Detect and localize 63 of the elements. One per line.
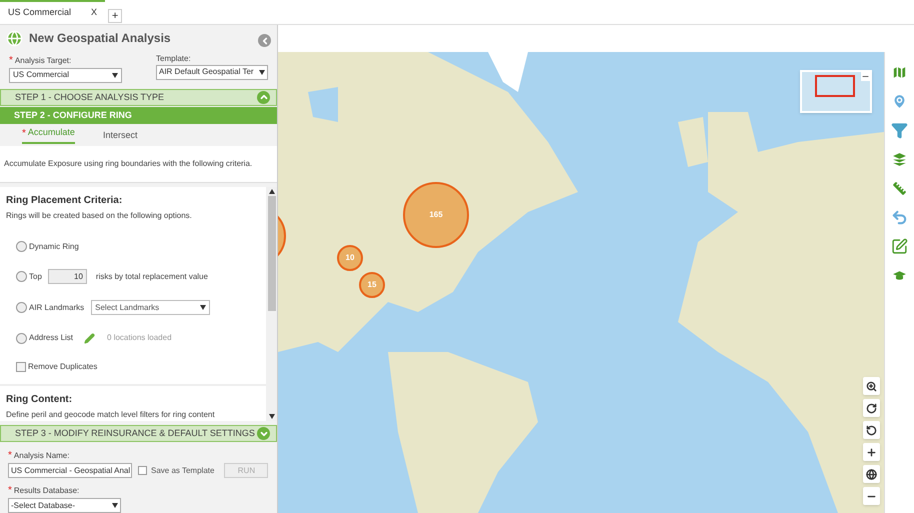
section-heading: Ring Placement Criteria: xyxy=(6,194,124,208)
chevron-down-icon[interactable] xyxy=(257,427,270,440)
minimize-icon[interactable] xyxy=(861,72,870,81)
analysis-name-field[interactable]: US Commercial - Geospatial Anal xyxy=(8,463,132,478)
redo-icon[interactable] xyxy=(863,399,880,417)
chevron-up-icon[interactable] xyxy=(257,90,270,104)
caret-down-icon[interactable] xyxy=(112,72,118,78)
option-label: Remove Duplicates xyxy=(28,360,98,372)
field-label: * Analysis Name: xyxy=(8,449,70,463)
radio-button[interactable] xyxy=(16,332,27,344)
radio-button[interactable] xyxy=(16,302,27,313)
step-header[interactable]: STEP 1 - CHOOSE ANALYSIS TYPE xyxy=(0,88,277,106)
pencil-icon[interactable] xyxy=(84,332,96,344)
required-mark: * xyxy=(8,450,12,461)
required-mark: * xyxy=(9,54,13,66)
ruler-icon[interactable] xyxy=(891,180,908,197)
globe-icon[interactable] xyxy=(863,465,880,483)
number-field[interactable]: 10 xyxy=(48,269,87,284)
template-select[interactable]: AIR Default Geospatial Ter xyxy=(156,64,268,80)
layers-icon[interactable] xyxy=(891,151,908,168)
field-label: * Analysis Target: xyxy=(9,54,72,68)
locations-note: 0 locations loaded xyxy=(107,332,172,344)
globe-icon xyxy=(6,30,23,47)
overview-map[interactable] xyxy=(800,70,872,113)
edit-icon[interactable] xyxy=(891,238,908,255)
option-label: AIR Landmarks xyxy=(29,302,84,314)
extent-rectangle xyxy=(815,75,855,97)
field-label: * Results Database: xyxy=(8,484,80,498)
caret-down-icon[interactable] xyxy=(112,503,118,508)
step-header[interactable]: STEP 3 - MODIFY REINSURANCE & DEFAULT SETTINGS xyxy=(0,425,277,442)
option-label: Top xyxy=(29,270,42,282)
filter-icon[interactable] xyxy=(891,122,908,139)
zoom-in-icon[interactable] xyxy=(863,443,880,461)
radio-button[interactable] xyxy=(16,271,27,282)
caret-up-icon[interactable] xyxy=(268,188,274,194)
description-text: Accumulate Exposure using ring boundaries with the following criteria. xyxy=(4,158,252,170)
section-heading: Ring Content: xyxy=(6,392,74,406)
panel-title: New Geospatial Analysis xyxy=(29,30,171,48)
database-select[interactable]: -Select Database- xyxy=(8,498,121,513)
sub-tab[interactable]: Intersect xyxy=(102,129,138,144)
option-label: Address List xyxy=(29,332,74,344)
required-mark: * xyxy=(8,485,12,496)
zoom-out-icon[interactable] xyxy=(863,487,880,505)
undo-icon[interactable] xyxy=(863,421,880,439)
option-label: Dynamic Ring xyxy=(29,240,79,252)
checkbox[interactable] xyxy=(16,362,26,372)
map-icon[interactable] xyxy=(891,64,908,81)
section-subtitle: Define peril and geocode match level filters for ring content xyxy=(6,408,216,420)
landmarks-select[interactable]: Select Landmarks xyxy=(91,300,210,315)
option-suffix: risks by total replacement value xyxy=(96,270,208,282)
caret-down-icon[interactable] xyxy=(259,70,265,75)
option-label: Save as Template xyxy=(151,464,214,476)
caret-down-icon[interactable] xyxy=(200,305,206,310)
radio-button[interactable] xyxy=(16,241,27,252)
caret-down-icon[interactable] xyxy=(268,414,274,419)
close-button[interactable]: X xyxy=(91,6,98,20)
checkbox[interactable] xyxy=(138,466,147,475)
add-tab-button[interactable]: + xyxy=(108,9,122,23)
required-mark: * xyxy=(22,126,26,141)
analysis-target-select[interactable]: US Commercial xyxy=(9,68,122,83)
field-label: Template: xyxy=(156,52,192,65)
zoom-search-icon[interactable] xyxy=(863,377,880,395)
section-subtitle: Rings will be created based on the following options. xyxy=(6,210,193,222)
